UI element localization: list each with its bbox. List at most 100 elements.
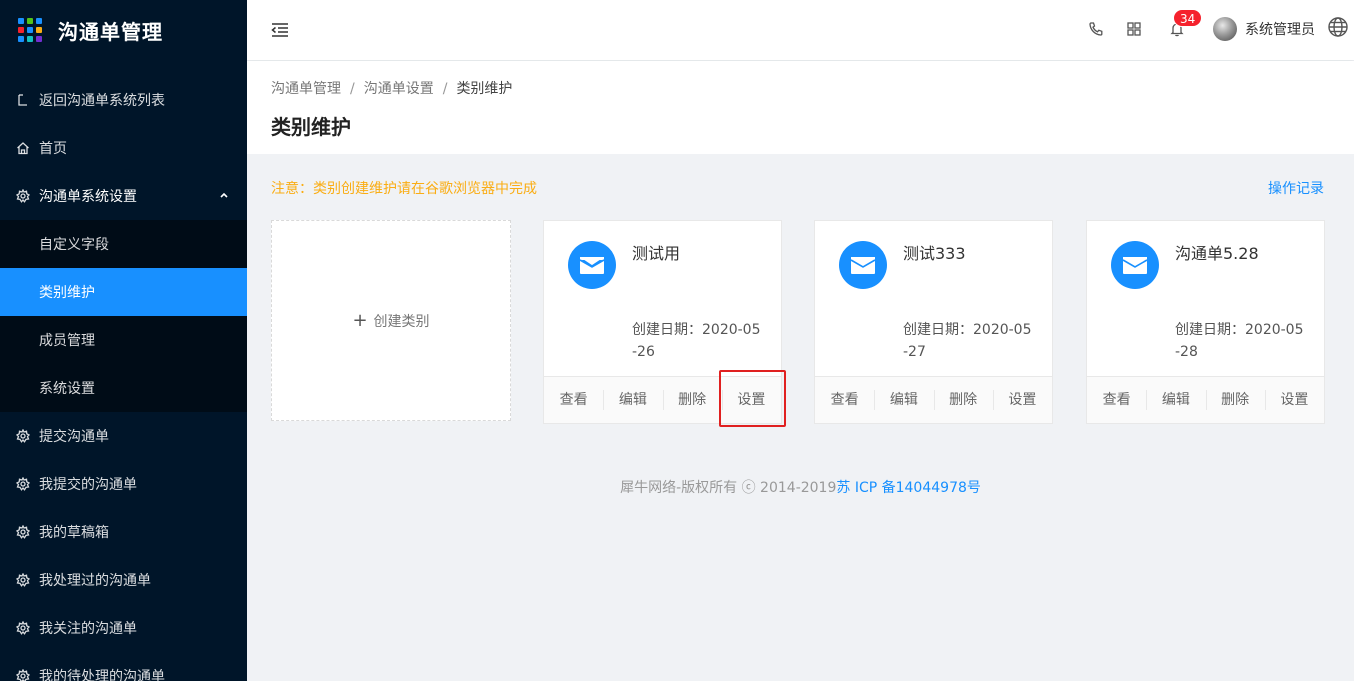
sidebar-item-label: 我处理过的沟通单: [39, 573, 151, 589]
sidebar-item-label: 我关注的沟通单: [39, 621, 137, 637]
logo[interactable]: 沟通单管理: [0, 0, 247, 60]
menu-fold-icon[interactable]: [271, 21, 289, 39]
sidebar-menu: 返回沟通单系统列表 首页 沟通单系统设置 自定义字段 类别维护 成员管理 系统设…: [0, 76, 247, 681]
gear-icon: [16, 477, 30, 491]
page-title: 类别维护: [271, 115, 351, 139]
sidebar-item-label: 成员管理: [39, 333, 95, 349]
breadcrumb: 沟通单管理 / 沟通单设置 / 类别维护: [271, 80, 512, 98]
gear-icon: [16, 621, 30, 635]
card-title: 沟通单5.28: [1175, 244, 1259, 263]
gear-icon: [16, 573, 30, 587]
user-name[interactable]: 系统管理员: [1245, 21, 1315, 39]
page-header: 沟通单管理 / 沟通单设置 / 类别维护 类别维护: [247, 61, 1354, 154]
sidebar-item-label: 类别维护: [39, 285, 95, 301]
sidebar-item-followed[interactable]: 我关注的沟通单: [0, 604, 247, 652]
avatar[interactable]: [1213, 17, 1237, 41]
card-title: 测试用: [632, 244, 681, 263]
view-button[interactable]: 查看: [1087, 377, 1146, 423]
sidebar-item-drafts[interactable]: 我的草稿箱: [0, 508, 247, 556]
sidebar-item-home[interactable]: 首页: [0, 124, 247, 172]
plus-icon: +: [352, 309, 368, 331]
footer-copyright: 犀牛网络-版权所有 ⓒ 2014-2019: [620, 480, 837, 496]
sidebar-item-return[interactable]: 返回沟通单系统列表: [0, 76, 247, 124]
mail-icon: [1111, 241, 1159, 289]
sidebar-item-my-submitted[interactable]: 我提交的沟通单: [0, 460, 247, 508]
gear-icon: [16, 189, 30, 203]
view-button[interactable]: 查看: [544, 377, 603, 423]
highlight-box: [719, 370, 786, 427]
sidebar-item-submit[interactable]: 提交沟通单: [0, 412, 247, 460]
sidebar-item-members[interactable]: 成员管理: [0, 316, 247, 364]
return-icon: [16, 93, 30, 107]
breadcrumb-item[interactable]: 沟通单管理: [271, 81, 341, 97]
create-category-label: 创建类别: [373, 313, 430, 330]
sidebar-item-label: 我的待处理的沟通单: [39, 669, 165, 681]
logo-dot: [27, 36, 33, 42]
browser-notice: 注意：类别创建维护请在谷歌浏览器中完成: [271, 181, 537, 197]
chevron-up-icon: [220, 192, 228, 198]
settings-button[interactable]: 设置: [992, 377, 1052, 423]
card-created-date: 创建日期：2020-05-27: [903, 322, 1032, 360]
view-button[interactable]: 查看: [815, 377, 874, 423]
logo-dot: [18, 36, 24, 42]
sidebar: 沟通单管理 返回沟通单系统列表 首页 沟通单系统设置 自定义字段 类别维护 成员…: [0, 0, 247, 681]
breadcrumb-current: 类别维护: [456, 81, 513, 97]
sidebar-item-processed[interactable]: 我处理过的沟通单: [0, 556, 247, 604]
edit-button[interactable]: 编辑: [1146, 377, 1205, 423]
sidebar-item-system-settings[interactable]: 沟通单系统设置: [0, 172, 247, 220]
sidebar-item-label: 沟通单系统设置: [39, 189, 137, 205]
logo-dot: [18, 27, 24, 33]
breadcrumb-separator: /: [442, 81, 448, 97]
category-card: 沟通单5.28 创建日期：2020-05-28 查看 编辑 删除 设置: [1086, 220, 1325, 424]
gear-icon: [16, 525, 30, 539]
logo-dot: [36, 18, 42, 24]
sidebar-item-pending[interactable]: 我的待处理的沟通单: [0, 652, 247, 681]
sidebar-item-label: 系统设置: [39, 381, 95, 397]
card-created-date: 创建日期：2020-05-26: [632, 322, 761, 360]
globe-icon[interactable]: [1327, 16, 1349, 38]
sidebar-item-label: 我的草稿箱: [39, 525, 109, 541]
logo-dot: [27, 27, 33, 33]
apps-icon[interactable]: [1126, 21, 1142, 37]
footer: 犀牛网络-版权所有 ⓒ 2014-2019苏 ICP 备14044978号: [247, 479, 1354, 497]
sidebar-item-label: 我提交的沟通单: [39, 477, 137, 493]
logo-dot: [36, 27, 42, 33]
icp-link[interactable]: 苏 ICP 备14044978号: [836, 480, 981, 496]
delete-button[interactable]: 删除: [662, 377, 722, 423]
mail-icon: [839, 241, 887, 289]
create-category-card[interactable]: + 创建类别: [271, 220, 511, 421]
logo-dot: [18, 18, 24, 24]
mail-icon: [568, 241, 616, 289]
app-grid-icon: [18, 18, 42, 42]
logo-dot: [27, 18, 33, 24]
home-icon: [16, 141, 30, 155]
card-actions: 查看 编辑 删除 设置: [1087, 376, 1324, 423]
delete-button[interactable]: 删除: [1205, 377, 1265, 423]
card-actions: 查看 编辑 删除 设置: [815, 376, 1052, 423]
category-card: 测试333 创建日期：2020-05-27 查看 编辑 删除 设置: [814, 220, 1053, 424]
sidebar-item-label: 自定义字段: [39, 237, 109, 253]
card-title: 测试333: [903, 244, 966, 263]
phone-icon[interactable]: [1088, 21, 1104, 37]
delete-button[interactable]: 删除: [933, 377, 993, 423]
breadcrumb-item[interactable]: 沟通单设置: [364, 81, 434, 97]
gear-icon: [16, 669, 30, 681]
sidebar-item-label: 首页: [39, 141, 67, 157]
card-created-date: 创建日期：2020-05-28: [1175, 322, 1304, 360]
sidebar-item-label: 返回沟通单系统列表: [39, 93, 165, 109]
notification-badge[interactable]: 34: [1173, 9, 1203, 27]
settings-button[interactable]: 设置: [1264, 377, 1324, 423]
sidebar-item-sys-config[interactable]: 系统设置: [0, 364, 247, 412]
logo-dot: [36, 36, 42, 42]
sidebar-item-category[interactable]: 类别维护: [0, 268, 247, 316]
top-header: 34 系统管理员: [247, 0, 1354, 60]
submenu: 自定义字段 类别维护 成员管理 系统设置: [0, 220, 247, 412]
edit-button[interactable]: 编辑: [874, 377, 933, 423]
sidebar-item-custom-fields[interactable]: 自定义字段: [0, 220, 247, 268]
breadcrumb-separator: /: [350, 81, 355, 97]
app-title: 沟通单管理: [58, 19, 163, 44]
sidebar-item-label: 提交沟通单: [39, 429, 109, 445]
gear-icon: [16, 429, 30, 443]
operation-log-link[interactable]: 操作记录: [1268, 180, 1324, 198]
edit-button[interactable]: 编辑: [603, 377, 662, 423]
